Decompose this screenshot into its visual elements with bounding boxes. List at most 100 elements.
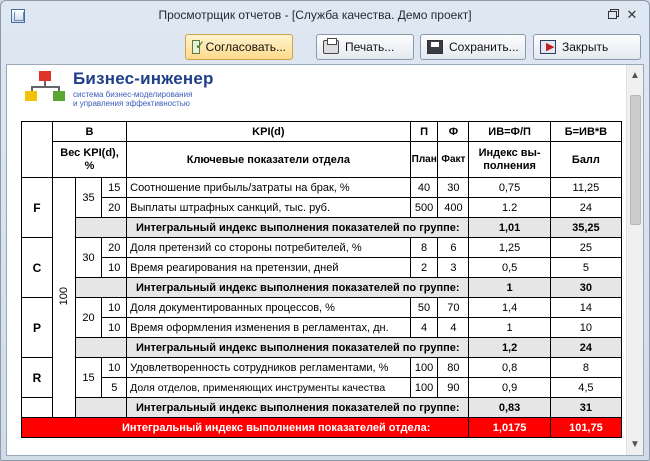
group-score: 35,25 [549, 217, 623, 238]
close-window-button[interactable]: ✕ [623, 7, 641, 23]
total-label: Интегральный индекс выполнения показател… [20, 417, 470, 438]
table-row: C 30 20 Доля претензий со стороны потреб… [21, 237, 623, 298]
title-bar[interactable]: Просмотрщик отчетов - [Служба качества. … [1, 1, 649, 31]
kpi-index: 1,25 [468, 237, 551, 258]
group-code: P [21, 297, 53, 358]
header-row-1: B KPI(d) П Ф ИВ=Ф/П Б=ИВ*B [21, 121, 623, 178]
kpi-name: Доля претензий со стороны потребителей, … [126, 237, 411, 258]
kpi-weight: 5 [101, 377, 128, 398]
group-summary-row: Интегральный индекс выполнения показател… [22, 277, 623, 298]
group-index: 0,83 [468, 397, 551, 418]
kpi-weight: 10 [101, 297, 128, 318]
group-summary-label: Интегральный индекс выполнения показател… [126, 217, 470, 238]
kpi-plan: 2 [409, 257, 439, 278]
kpi-plan: 8 [409, 237, 439, 258]
kpi-index: 1,4 [468, 297, 551, 318]
group-summary-spacer [74, 217, 128, 238]
kpi-plan: 100 [409, 357, 439, 378]
table-row: 10 Время оформления изменения в регламен… [22, 317, 623, 338]
kpi-name: Выплаты штрафных санкций, тыс. руб. [126, 197, 411, 218]
save-label: Сохранить... [449, 40, 519, 54]
kpi-plan: 100 [409, 377, 439, 398]
group-weight: 35 [74, 177, 103, 218]
restore-button[interactable] [603, 7, 621, 23]
table-row: R 15 10 Удовлетворенность сотрудников ре… [21, 357, 623, 398]
group-code: F [21, 177, 53, 238]
table-row: 5 Доля отделов, применяющих инструменты … [22, 377, 623, 398]
group-summary-label: Интегральный индекс выполнения показател… [126, 277, 470, 298]
scroll-down-icon[interactable]: ▼ [627, 436, 643, 453]
kpi-weight: 20 [101, 237, 128, 258]
kpi-plan: 4 [409, 317, 439, 338]
group-score: 30 [549, 277, 623, 298]
group-index: 1,01 [468, 217, 551, 238]
kpi-score: 14 [549, 297, 623, 318]
approve-icon [192, 38, 205, 54]
total-index: 1,0175 [468, 417, 551, 438]
kpi-name: Доля документированных процессов, % [126, 297, 411, 318]
group-score: 24 [549, 337, 623, 358]
company-logo: Бизнес-инженер система бизнес-моделирова… [25, 69, 245, 111]
kpi-score: 10 [549, 317, 623, 338]
kpi-fact: 6 [437, 237, 470, 258]
close-button[interactable]: Закрыть [533, 34, 641, 60]
header-score: Балл [549, 141, 623, 178]
group-code: R [21, 357, 53, 398]
kpi-score: 24 [549, 197, 623, 218]
header-iv: ИВ=Ф/П [468, 121, 551, 142]
kpi-name: Доля отделов, применяющих инструменты ка… [126, 377, 411, 398]
print-label: Печать... [345, 40, 395, 54]
kpi-score: 5 [549, 257, 623, 278]
kpi-fact: 70 [437, 297, 470, 318]
group-index: 1 [468, 277, 551, 298]
kpi-fact: 4 [437, 317, 470, 338]
kpi-weight: 10 [101, 257, 128, 278]
kpi-index: 1.2 [468, 197, 551, 218]
approve-button[interactable]: Согласовать... [185, 34, 293, 60]
save-button[interactable]: Сохранить... [420, 34, 526, 60]
kpi-score: 8 [549, 357, 623, 378]
group-weight: 30 [74, 237, 103, 278]
group-summary-label: Интегральный индекс выполнения показател… [126, 337, 470, 358]
group-summary-row: Интегральный индекс выполнения показател… [21, 397, 623, 418]
window-title: Просмотрщик отчетов - [Служба качества. … [158, 8, 472, 22]
app-window-icon [11, 9, 25, 23]
logo-title: Бизнес-инженер [73, 69, 214, 88]
report-viewport[interactable]: Бизнес-инженер система бизнес-моделирова… [6, 64, 644, 456]
header-plan: План [409, 141, 439, 178]
department-total-row: Интегральный индекс выполнения показател… [20, 417, 623, 438]
logo-graphic [25, 71, 67, 107]
header-bscore: Б=ИВ*B [549, 121, 623, 142]
printer-icon [323, 38, 339, 54]
scroll-up-icon[interactable]: ▲ [627, 67, 643, 84]
header-p: П [409, 121, 439, 142]
kpi-fact: 30 [437, 177, 470, 198]
kpi-index: 0,5 [468, 257, 551, 278]
kpi-plan: 500 [409, 197, 439, 218]
kpi-fact: 90 [437, 377, 470, 398]
group-summary-row: Интегральный индекс выполнения показател… [22, 217, 623, 238]
header-indicators: Ключевые показатели отдела [126, 141, 411, 178]
kpi-plan: 50 [409, 297, 439, 318]
total-weight: 100 [57, 286, 70, 306]
kpi-weight: 20 [101, 197, 128, 218]
report-viewer-window: Просмотрщик отчетов - [Служба качества. … [0, 0, 650, 461]
kpi-fact: 400 [437, 197, 470, 218]
kpi-fact: 3 [437, 257, 470, 278]
header-f: Ф [437, 121, 470, 142]
group-weight: 15 [74, 357, 103, 398]
toolbar: Согласовать... Печать... Сохранить... За… [1, 31, 649, 63]
header-fact: Факт [437, 141, 470, 178]
table-row: 20 Выплаты штрафных санкций, тыс. руб. 5… [22, 197, 623, 218]
header-blank [21, 121, 53, 178]
kpi-index: 0,9 [468, 377, 551, 398]
group-summary-spacer [74, 337, 128, 358]
group-summary-label: Интегральный индекс выполнения показател… [126, 397, 470, 418]
kpi-index: 0,75 [468, 177, 551, 198]
scrollbar-thumb[interactable] [630, 95, 641, 225]
kpi-score: 25 [549, 237, 623, 258]
print-button[interactable]: Печать... [316, 34, 414, 60]
group-index: 1,2 [468, 337, 551, 358]
group-summary-spacer [74, 277, 128, 298]
vertical-scrollbar[interactable]: ▲ ▼ [626, 65, 643, 455]
